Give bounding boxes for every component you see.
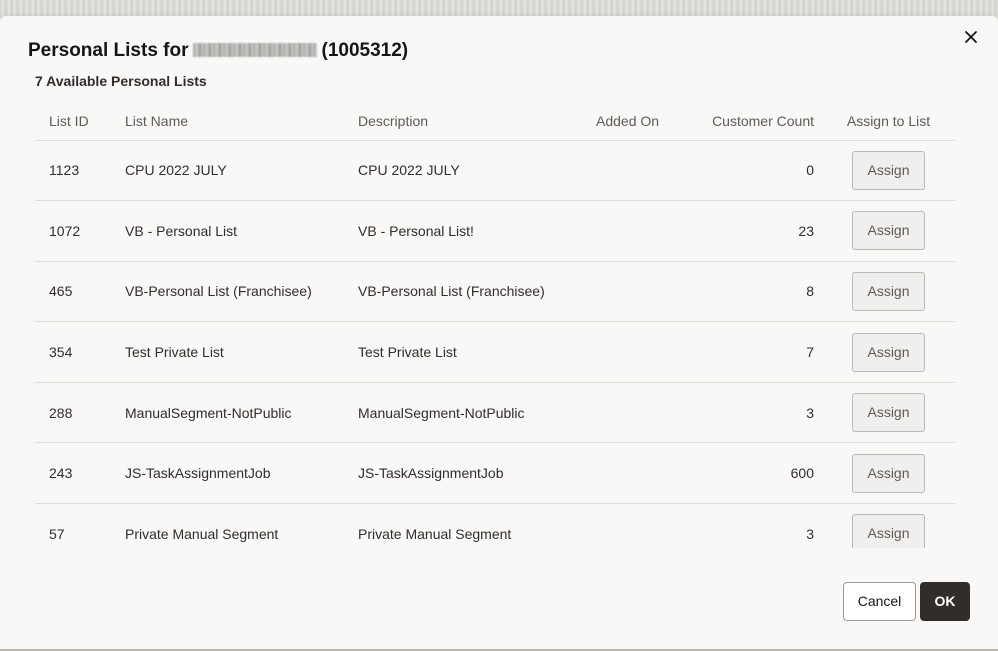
ok-button[interactable]: OK: [920, 582, 970, 621]
cell-list-id: 243: [35, 442, 125, 505]
cell-list-name: ManualSegment-NotPublic: [125, 382, 358, 444]
table-body: 1123 CPU 2022 JULY CPU 2022 JULY 0 Assig…: [35, 140, 955, 548]
table-row: 243 JS-TaskAssignmentJob JS-TaskAssignme…: [35, 442, 955, 505]
cell-list-name: CPU 2022 JULY: [125, 140, 358, 202]
assign-button[interactable]: Assign: [852, 150, 925, 190]
cell-assign: Assign: [814, 321, 955, 383]
lists-table-scroll-region[interactable]: List ID List Name Description Added On C…: [35, 102, 955, 548]
cell-list-id: 1072: [35, 200, 125, 262]
table-header-row: List ID List Name Description Added On C…: [35, 102, 955, 141]
cell-customer-count: 7: [681, 321, 814, 383]
cell-assign: Assign: [814, 503, 955, 548]
cell-description: ManualSegment-NotPublic: [358, 382, 596, 444]
cell-customer-count: 600: [681, 442, 814, 505]
cell-added-on: [596, 261, 681, 323]
dialog-title-suffix: (1005312): [321, 40, 409, 61]
column-header-description[interactable]: Description: [358, 102, 596, 141]
dialog-title: Personal Lists for (1005312): [28, 40, 408, 62]
table-row: 288 ManualSegment-NotPublic ManualSegmen…: [35, 382, 955, 444]
cell-customer-count: 23: [681, 200, 814, 262]
assign-button[interactable]: Assign: [852, 271, 925, 311]
table-row: 465 VB-Personal List (Franchisee) VB-Per…: [35, 261, 955, 323]
available-lists-count: 7 Available Personal Lists: [35, 73, 207, 89]
cell-assign: Assign: [814, 382, 955, 444]
cell-description: Private Manual Segment: [358, 503, 596, 548]
close-button[interactable]: [960, 26, 982, 48]
close-icon: [965, 31, 977, 43]
cancel-button[interactable]: Cancel: [843, 582, 916, 621]
assign-button[interactable]: Assign: [852, 514, 925, 548]
table-row: 1072 VB - Personal List VB - Personal Li…: [35, 200, 955, 262]
table-row: 57 Private Manual Segment Private Manual…: [35, 503, 955, 548]
cell-added-on: [596, 382, 681, 444]
cell-description: JS-TaskAssignmentJob: [358, 442, 596, 505]
cell-customer-count: 3: [681, 503, 814, 548]
assign-button[interactable]: Assign: [852, 332, 925, 372]
table-row: 354 Test Private List Test Private List …: [35, 321, 955, 383]
cell-assign: Assign: [814, 200, 955, 262]
personal-lists-dialog: Personal Lists for (1005312) 7 Available …: [0, 16, 998, 649]
cell-added-on: [596, 140, 681, 202]
dialog-title-prefix: Personal Lists for: [28, 40, 189, 61]
cell-list-id: 288: [35, 382, 125, 444]
cell-list-name: Test Private List: [125, 321, 358, 383]
cell-added-on: [596, 442, 681, 505]
cell-added-on: [596, 200, 681, 262]
cell-list-id: 354: [35, 321, 125, 383]
cell-customer-count: 8: [681, 261, 814, 323]
cell-list-name: JS-TaskAssignmentJob: [125, 442, 358, 505]
cell-description: VB - Personal List!: [358, 200, 596, 262]
cell-description: VB-Personal List (Franchisee): [358, 261, 596, 323]
column-header-added-on[interactable]: Added On: [596, 102, 681, 141]
assign-button[interactable]: Assign: [852, 393, 925, 433]
lists-table: List ID List Name Description Added On C…: [35, 102, 955, 548]
page-backdrop: [0, 0, 998, 16]
cell-customer-count: 0: [681, 140, 814, 202]
cell-assign: Assign: [814, 261, 955, 323]
cell-added-on: [596, 321, 681, 383]
column-header-customer-count[interactable]: Customer Count: [681, 102, 814, 141]
column-header-assign-to-list: Assign to List: [814, 102, 955, 141]
cell-added-on: [596, 503, 681, 548]
column-header-list-id[interactable]: List ID: [35, 102, 125, 141]
cell-description: CPU 2022 JULY: [358, 140, 596, 202]
assign-button[interactable]: Assign: [852, 211, 925, 251]
cell-list-id: 1123: [35, 140, 125, 202]
redacted-customer-name: [192, 43, 317, 57]
table-row: 1123 CPU 2022 JULY CPU 2022 JULY 0 Assig…: [35, 140, 955, 202]
cell-customer-count: 3: [681, 382, 814, 444]
column-header-list-name[interactable]: List Name: [125, 102, 358, 141]
cell-list-name: VB - Personal List: [125, 200, 358, 262]
cell-list-name: Private Manual Segment: [125, 503, 358, 548]
assign-button[interactable]: Assign: [852, 453, 925, 493]
cell-assign: Assign: [814, 442, 955, 505]
cell-description: Test Private List: [358, 321, 596, 383]
cell-list-id: 57: [35, 503, 125, 548]
cell-assign: Assign: [814, 140, 955, 202]
cell-list-id: 465: [35, 261, 125, 323]
cell-list-name: VB-Personal List (Franchisee): [125, 261, 358, 323]
